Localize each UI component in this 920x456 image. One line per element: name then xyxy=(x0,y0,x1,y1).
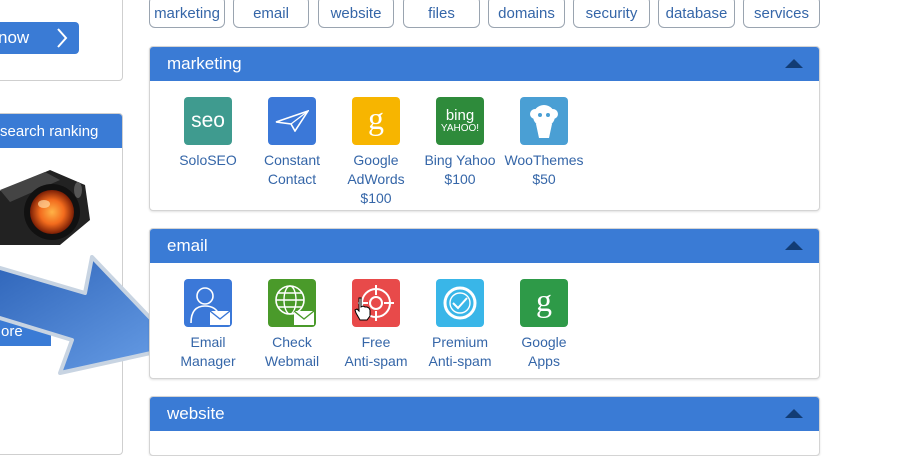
bing-yahoo-icon: bing YAHOO! xyxy=(436,97,484,145)
app-label: Premium Anti-spam xyxy=(428,334,492,369)
app-google-apps[interactable]: g Google Apps xyxy=(502,279,586,371)
google-g-icon: g xyxy=(352,97,400,145)
binoculars-image xyxy=(0,170,90,245)
app-woothemes[interactable]: WooThemes $50 xyxy=(502,97,586,189)
tag-services[interactable]: services xyxy=(743,0,820,28)
tag-domains[interactable]: domains xyxy=(488,0,565,28)
tag-website[interactable]: website xyxy=(318,0,394,28)
email-panel-title: email xyxy=(167,236,208,255)
marketing-panel-title: marketing xyxy=(167,54,242,73)
webmail-globe-icon xyxy=(268,279,316,327)
app-label: Constant Contact xyxy=(263,152,321,187)
app-label: Google AdWords $100 xyxy=(347,152,405,206)
chevron-right-icon xyxy=(57,28,68,48)
app-free-anti-spam[interactable]: Free Anti-spam xyxy=(334,279,418,371)
woothemes-icon xyxy=(520,97,568,145)
app-label: Check Webmail xyxy=(264,334,320,369)
tag-marketing[interactable]: marketing xyxy=(149,0,225,28)
hand-cursor-icon xyxy=(354,297,371,321)
app-label: SoloSEO xyxy=(179,152,237,168)
email-panel: email Email Manager Check Webmail Free Anti… xyxy=(149,228,820,379)
learn-more-button[interactable]: now xyxy=(0,22,79,54)
app-check-webmail[interactable]: Check Webmail xyxy=(250,279,334,371)
app-label: Bing Yahoo $100 xyxy=(424,152,496,187)
app-label: WooThemes $50 xyxy=(504,152,584,187)
app-soloseo[interactable]: seo SoloSEO xyxy=(166,97,250,170)
tag-email[interactable]: email xyxy=(233,0,309,28)
anti-spam-target-icon xyxy=(352,279,400,327)
app-google-adwords[interactable]: g Google AdWords $100 xyxy=(334,97,418,208)
app-premium-anti-spam[interactable]: Premium Anti-spam xyxy=(418,279,502,371)
google-apps-icon: g xyxy=(520,279,568,327)
email-panel-header[interactable]: email xyxy=(150,229,819,263)
email-manager-icon xyxy=(184,279,232,327)
marketing-panel: marketing seo SoloSEO Constant Contact g … xyxy=(149,46,820,211)
collapse-arrow-icon[interactable] xyxy=(785,409,803,418)
website-panel-header[interactable]: website xyxy=(150,397,819,431)
app-email-manager[interactable]: Email Manager xyxy=(166,279,250,371)
learn-more-label: now xyxy=(0,28,30,47)
app-label: Email Manager xyxy=(180,334,236,369)
premium-anti-spam-icon xyxy=(436,279,484,327)
collapse-arrow-icon[interactable] xyxy=(785,241,803,250)
website-panel-title: website xyxy=(167,404,225,423)
marketing-panel-header[interactable]: marketing xyxy=(150,47,819,81)
tag-database[interactable]: database xyxy=(658,0,735,28)
tag-security[interactable]: security xyxy=(573,0,650,28)
app-constant-contact[interactable]: Constant Contact xyxy=(250,97,334,189)
app-label: Free Anti-spam xyxy=(344,334,408,369)
seo-icon: seo xyxy=(184,97,232,145)
paper-plane-icon xyxy=(268,97,316,145)
app-label: Google Apps xyxy=(521,334,567,369)
tag-files[interactable]: files xyxy=(403,0,480,28)
app-bing-yahoo[interactable]: bing YAHOO! Bing Yahoo $100 xyxy=(418,97,502,189)
collapse-arrow-icon[interactable] xyxy=(785,59,803,68)
seo-promo-heading: search ranking xyxy=(0,114,122,148)
website-panel: website xyxy=(149,396,820,456)
